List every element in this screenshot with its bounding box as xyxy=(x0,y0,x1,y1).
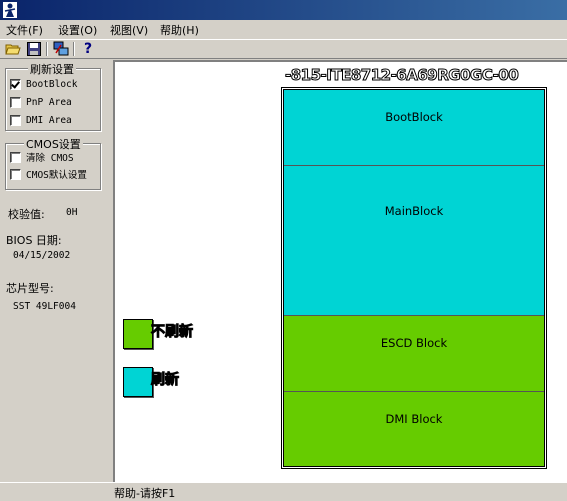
block-escd[interactable]: ESCD Block xyxy=(284,316,544,392)
block-dmi-label: DMI Block xyxy=(385,412,443,426)
menu-settings[interactable]: 设置(O) xyxy=(58,22,97,38)
clear-cmos-checkbox-box[interactable] xyxy=(10,151,21,163)
block-escd-label: ESCD Block xyxy=(380,336,448,350)
block-bootblock[interactable]: BootBlock xyxy=(284,90,544,166)
bootblock-checkbox-box[interactable] xyxy=(10,78,21,90)
chip-model-value: SST 49LF004 xyxy=(13,301,76,312)
save-icon[interactable] xyxy=(26,41,42,57)
menu-view[interactable]: 视图(V) xyxy=(110,22,148,38)
checkbox-dmi-area[interactable]: DMI Area xyxy=(10,113,72,127)
block-mainblock[interactable]: MainBlock xyxy=(284,166,544,316)
left-panel: 刷新设置 BootBlock PnP Area DMI Area CMOS设置 … xyxy=(0,60,112,482)
bios-date-value: 04/15/2002 xyxy=(13,250,71,261)
pnp-area-label: PnP Area xyxy=(26,96,72,108)
bios-date-label: BIOS 日期: xyxy=(6,234,62,247)
status-bar: 帮助-请按F1 xyxy=(0,482,567,500)
checksum-value: 0H xyxy=(66,207,78,218)
refresh-settings-group: 刷新设置 BootBlock PnP Area DMI Area xyxy=(5,61,101,131)
checksum-label: 校验值: xyxy=(8,208,45,221)
legend-no-refresh-swatch xyxy=(123,319,153,349)
legend-refresh-swatch xyxy=(123,367,153,397)
toolbar: ? xyxy=(0,39,567,59)
checkbox-cmos-default[interactable]: CMOS默认设置 xyxy=(10,167,87,181)
help-glyph: ? xyxy=(83,41,93,57)
chip-map: BootBlock MainBlock ESCD Block DMI Block xyxy=(281,87,547,469)
bootblock-label: BootBlock xyxy=(26,78,78,90)
help-icon[interactable]: ? xyxy=(80,41,96,57)
status-bar-left-pane xyxy=(0,483,112,500)
open-folder-icon[interactable] xyxy=(5,41,21,57)
pnp-area-checkbox-box[interactable] xyxy=(10,96,21,108)
dmi-area-checkbox-box[interactable] xyxy=(10,114,21,126)
menu-file[interactable]: 文件(F) xyxy=(6,22,43,38)
title-bar xyxy=(0,0,567,20)
toolbar-separator xyxy=(46,42,48,56)
app-icon xyxy=(3,2,17,18)
checkbox-pnp-area[interactable]: PnP Area xyxy=(10,95,72,109)
checkbox-bootblock[interactable]: BootBlock xyxy=(10,77,77,91)
cmos-default-label: CMOS默认设置 xyxy=(26,170,87,181)
checkbox-clear-cmos[interactable]: 清除 CMOS xyxy=(10,150,74,164)
network-icon[interactable] xyxy=(53,41,69,57)
cmos-default-checkbox-box[interactable] xyxy=(10,168,21,180)
dmi-area-label: DMI Area xyxy=(26,114,72,126)
status-text: 帮助-请按F1 xyxy=(114,487,176,500)
chip-map-canvas: -815-ITE8712-6A69RG0GC-00 BootBlock Main… xyxy=(113,60,567,482)
block-bootblock-label: BootBlock xyxy=(385,110,443,124)
legend-refresh-label: 刷新 xyxy=(151,372,180,389)
chip-model-label: 芯片型号: xyxy=(6,282,54,295)
menu-help[interactable]: 帮助(H) xyxy=(160,22,199,38)
cmos-settings-group: CMOS设置 清除 CMOS CMOS默认设置 xyxy=(5,136,101,190)
toolbar-separator xyxy=(73,42,75,56)
chip-label: -815-ITE8712-6A69RG0GC-00 xyxy=(284,66,519,85)
legend-no-refresh-label: 不刷新 xyxy=(151,324,194,341)
clear-cmos-label: 清除 CMOS xyxy=(26,153,74,164)
block-dmi[interactable]: DMI Block xyxy=(284,392,544,466)
block-mainblock-label: MainBlock xyxy=(384,204,444,218)
refresh-settings-title: 刷新设置 xyxy=(28,61,76,77)
menu-bar: 文件(F) 设置(O) 视图(V) 帮助(H) xyxy=(0,20,567,39)
